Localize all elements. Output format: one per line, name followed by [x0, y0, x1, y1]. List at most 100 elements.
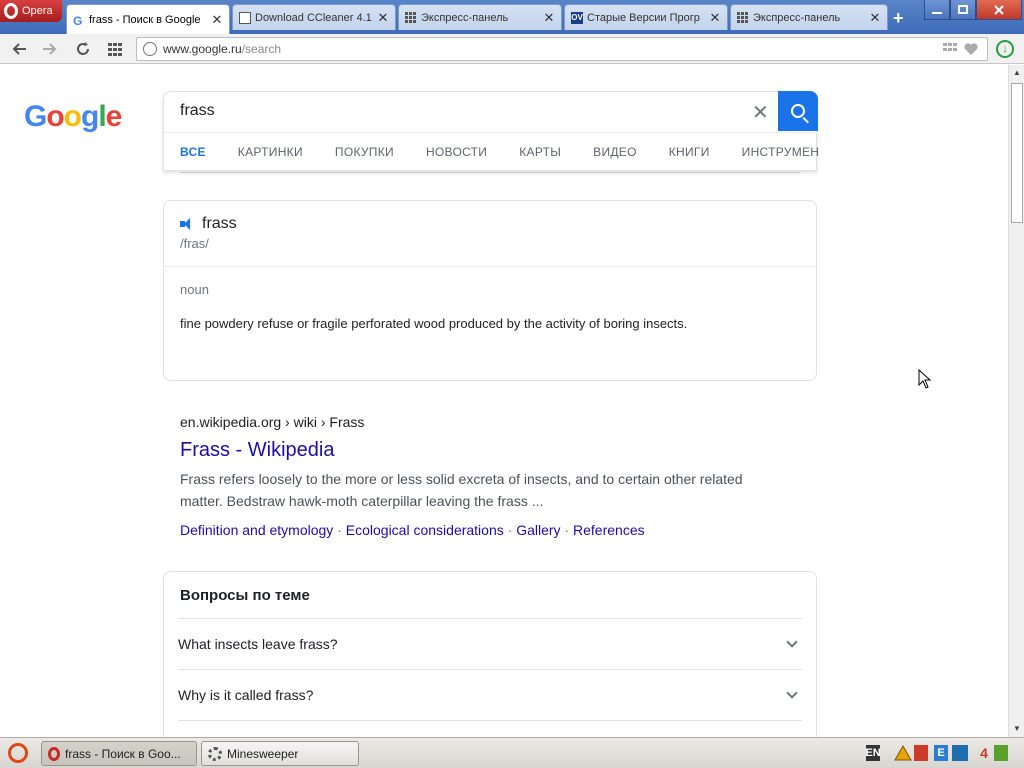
- tab-speed-dial-1[interactable]: Экспресс-панель ✕: [398, 4, 562, 30]
- ov-icon: OV: [571, 11, 583, 24]
- logo-letter: g: [81, 100, 99, 133]
- navigation-bar: www.google.ru/search ↓: [0, 34, 1024, 64]
- download-icon[interactable]: ↓: [996, 40, 1014, 58]
- maximize-button[interactable]: [950, 0, 976, 20]
- speaker-icon[interactable]: [180, 217, 196, 231]
- tab-title: Download CCleaner 4.1: [255, 11, 372, 24]
- search-button[interactable]: [778, 91, 818, 131]
- result-title-link[interactable]: Frass - Wikipedia: [180, 439, 334, 462]
- update-tray-icon[interactable]: [994, 745, 1008, 761]
- dictionary-headword: frass: [180, 215, 237, 233]
- taskbar-item-opera[interactable]: frass - Поиск в Goo...: [41, 741, 197, 766]
- people-also-ask: Вопросы по теме What insects leave frass…: [163, 571, 817, 737]
- reload-icon[interactable]: [74, 40, 92, 58]
- logo-letter: o: [46, 100, 64, 133]
- speed-dial-icon: [405, 11, 417, 24]
- browser-window: Opera G frass - Поиск в Google ✕ Downloa…: [0, 0, 1024, 768]
- minimize-button[interactable]: [924, 0, 950, 20]
- part-of-speech: noun: [180, 282, 209, 297]
- ubuntu-logo-icon[interactable]: [8, 743, 28, 763]
- paa-question[interactable]: [178, 720, 802, 737]
- clock-tray[interactable]: 4: [978, 745, 990, 761]
- search-tab[interactable]: ИНСТРУМЕНТЫ: [726, 145, 818, 159]
- window-close-button[interactable]: [976, 0, 1022, 20]
- tab-close-icon[interactable]: ✕: [869, 10, 881, 26]
- tab-close-icon[interactable]: ✕: [543, 10, 555, 26]
- chevron-down-icon: [786, 687, 798, 699]
- opera-logo-icon: [4, 3, 18, 19]
- clear-search-icon[interactable]: ✕: [752, 100, 769, 125]
- keyboard-layout-indicator[interactable]: EN: [865, 745, 881, 761]
- tab-close-icon[interactable]: ✕: [211, 12, 223, 28]
- sitelink-separator: ·: [560, 522, 574, 538]
- tab-title: frass - Поиск в Google: [89, 13, 201, 26]
- search-tab[interactable]: КНИГИ: [653, 145, 726, 159]
- restore-icon: [958, 5, 968, 14]
- sitelink[interactable]: Gallery: [516, 522, 560, 538]
- result-snippet: Frass refers loosely to the more or less…: [180, 471, 743, 509]
- new-tab-button[interactable]: +: [893, 8, 904, 29]
- document-icon: [239, 11, 251, 24]
- scroll-down-icon[interactable]: ▼: [1009, 721, 1024, 737]
- tab-title: Экспресс-панель: [753, 11, 841, 24]
- back-arrow-icon[interactable]: [11, 40, 29, 58]
- sitelink[interactable]: References: [573, 522, 645, 538]
- search-tab[interactable]: КАРТЫ: [503, 145, 577, 159]
- tab-close-icon[interactable]: ✕: [709, 10, 721, 26]
- speed-dial-grid-icon[interactable]: [106, 40, 124, 58]
- close-icon: [994, 4, 1004, 15]
- taskbar: frass - Поиск в Goo... Minesweeper EN E …: [0, 737, 1024, 768]
- vertical-scrollbar[interactable]: ▲ ▼: [1008, 65, 1024, 737]
- search-tab[interactable]: ВСЕ: [164, 145, 222, 159]
- search-tab[interactable]: ПОКУПКИ: [319, 145, 410, 159]
- tab-speed-dial-2[interactable]: Экспресс-панель ✕: [730, 4, 888, 30]
- bookmark-heart-icon[interactable]: [963, 42, 979, 56]
- search-icon: [791, 104, 805, 118]
- address-bar[interactable]: www.google.ru/search: [136, 37, 988, 61]
- sitelink[interactable]: Definition and etymology: [180, 522, 333, 538]
- forward-arrow-icon[interactable]: [40, 40, 58, 58]
- paa-question[interactable]: Why is it called frass?: [178, 669, 802, 720]
- result-sitelinks: Definition and etymology · Ecological co…: [180, 522, 645, 538]
- opera-menu-button[interactable]: Opera: [0, 0, 62, 22]
- tab-old-versions[interactable]: OV Старые Версии Прогр ✕: [564, 4, 728, 30]
- chevron-down-icon: [786, 636, 798, 648]
- result-cite[interactable]: en.wikipedia.org › wiki › Frass: [180, 414, 364, 430]
- minimize-icon: [932, 11, 942, 14]
- scroll-up-icon[interactable]: ▲: [1009, 65, 1024, 81]
- google-logo[interactable]: Google: [24, 100, 123, 134]
- search-tab[interactable]: НОВОСТИ: [410, 145, 503, 159]
- taskbar-item-minesweeper[interactable]: Minesweeper: [201, 741, 359, 766]
- speed-dial-icon: [737, 11, 749, 24]
- opera-icon: [48, 746, 60, 761]
- tab-title: Экспресс-панель: [421, 11, 509, 24]
- logo-letter: e: [105, 100, 123, 133]
- google-g-icon: G: [73, 13, 83, 28]
- paa-heading: Вопросы по теме: [180, 587, 310, 604]
- tab-title: Старые Версии Прогр: [587, 11, 700, 24]
- taskbar-item-label: frass - Поиск в Goo...: [65, 746, 181, 761]
- page-viewport: Google frass ✕ ВСЕ КАРТИНКИ ПОКУПКИ НОВОСТИ…: [0, 65, 1008, 737]
- tab-ccleaner[interactable]: Download CCleaner 4.1 ✕: [232, 4, 396, 30]
- tab-google-search[interactable]: G frass - Поиск в Google ✕: [66, 4, 230, 34]
- paa-question[interactable]: What insects leave frass?: [178, 618, 802, 669]
- logo-letter: G: [24, 100, 47, 133]
- sitelink[interactable]: Ecological considerations: [346, 522, 504, 538]
- warning-icon[interactable]: [894, 745, 912, 761]
- sitelink-separator: ·: [333, 522, 346, 538]
- search-tab[interactable]: КАРТИНКИ: [222, 145, 319, 159]
- search-input[interactable]: frass: [180, 102, 215, 120]
- network-tray-icon[interactable]: [952, 745, 968, 761]
- tab-close-icon[interactable]: ✕: [377, 10, 389, 26]
- search-tab[interactable]: ВИДЕО: [577, 145, 653, 159]
- logo-letter: l: [98, 100, 106, 133]
- tray-app-icon[interactable]: [914, 745, 928, 761]
- page-grid-icon[interactable]: [943, 42, 957, 56]
- editor-tray-icon[interactable]: E: [934, 745, 948, 761]
- definition-text: fine powdery refuse or fragile perforate…: [180, 316, 688, 331]
- tab-bar: Opera G frass - Поиск в Google ✕ Downloa…: [0, 0, 1024, 34]
- scrollbar-thumb[interactable]: [1011, 83, 1023, 223]
- paa-question-text: What insects leave frass?: [178, 636, 338, 652]
- search-box: frass ✕ ВСЕ КАРТИНКИ ПОКУПКИ НОВОСТИ КАРТЫ ВИ…: [163, 91, 818, 171]
- search-box-shadow-divider: [180, 169, 800, 173]
